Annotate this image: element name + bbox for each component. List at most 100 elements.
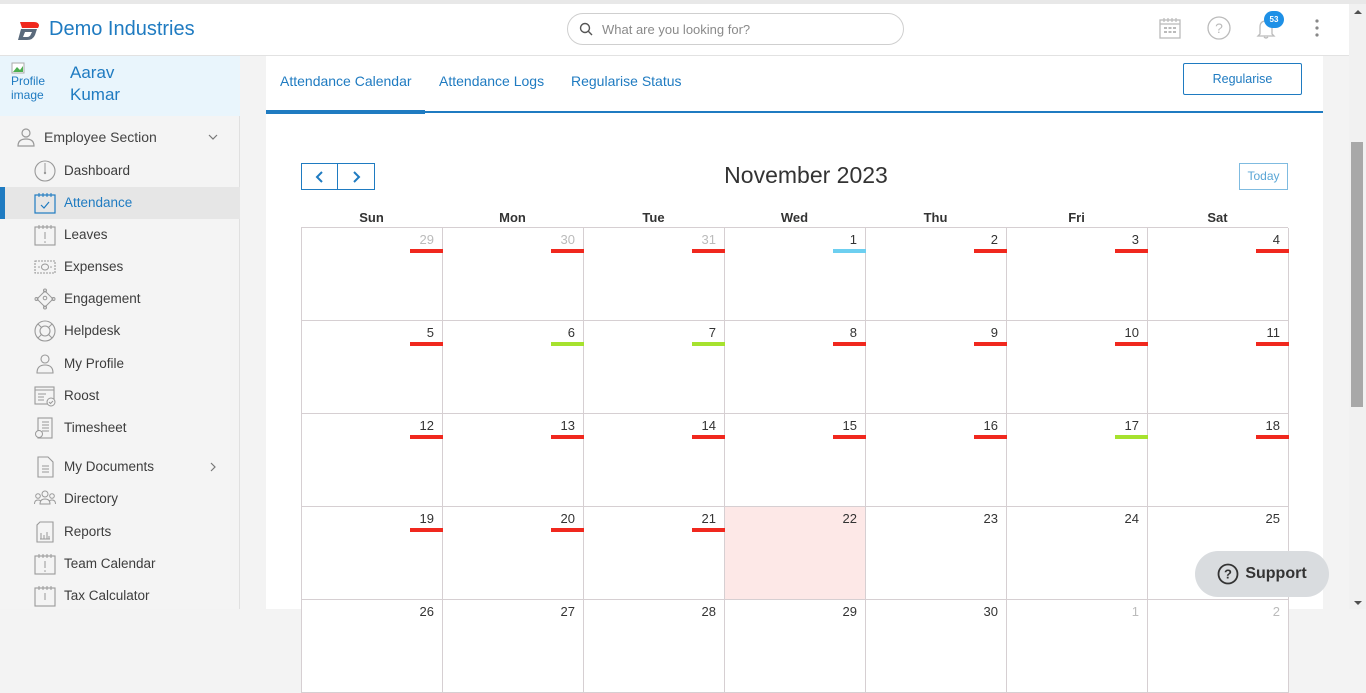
attendance-status-present	[551, 342, 584, 346]
tax-calculator-icon	[34, 586, 56, 607]
sidebar-item-attendance[interactable]: Attendance	[0, 187, 240, 219]
sidebar-item-team-calendar[interactable]: Team Calendar	[0, 548, 240, 580]
calendar-day[interactable]: 26	[302, 600, 443, 693]
help-icon[interactable]: ?	[1207, 16, 1231, 40]
sidebar-item-my-profile[interactable]: My Profile	[0, 348, 240, 380]
sidebar-item-dashboard[interactable]: Dashboard	[0, 155, 240, 187]
sidebar-item-tax-calculator[interactable]: Tax Calculator	[0, 580, 240, 612]
calendar-day[interactable]: 5	[302, 321, 443, 414]
calendar-day[interactable]: 29	[725, 600, 866, 693]
calendar-day[interactable]: 20	[443, 507, 584, 600]
chevron-down-icon[interactable]	[208, 132, 218, 142]
day-number: 4	[1272, 232, 1280, 247]
broken-image-icon	[11, 62, 25, 74]
sidebar-item-directory[interactable]: Directory	[0, 483, 240, 515]
active-tab-indicator	[266, 110, 425, 114]
day-number: 5	[426, 325, 434, 340]
calendar-day[interactable]: 2	[866, 228, 1007, 321]
calendar-day[interactable]: 23	[866, 507, 1007, 600]
sidebar-item-expenses[interactable]: Expenses	[0, 251, 240, 283]
calendar-day[interactable]: 12	[302, 414, 443, 507]
sidebar-item-roost[interactable]: Roost	[0, 380, 240, 412]
calendar-day[interactable]: 24	[1007, 507, 1148, 600]
support-label: Support	[1245, 565, 1307, 582]
sidebar-item-label: Helpdesk	[64, 323, 121, 338]
timesheet-icon	[35, 417, 53, 439]
attendance-calendar: Sun Mon Tue Wed Thu Fri Sat 29 30 31 1 2 3 4 5 6 7 8 9 10 1…	[301, 208, 1289, 693]
sidebar-item-reports[interactable]: Reports	[0, 516, 240, 548]
calendar-day[interactable]: 13	[443, 414, 584, 507]
calendar-day[interactable]: 14	[584, 414, 725, 507]
calendar-day[interactable]: 17	[1007, 414, 1148, 507]
dashboard-icon	[34, 160, 56, 182]
calendar-day[interactable]: 11	[1148, 321, 1289, 414]
calendar-day[interactable]: 18	[1148, 414, 1289, 507]
attendance-status-absent	[974, 435, 1007, 439]
avatar-alt-text: Profile image	[11, 74, 46, 102]
tab-regularise-status[interactable]: Regularise Status	[571, 73, 682, 89]
today-button[interactable]: Today	[1239, 163, 1288, 190]
calendar-day[interactable]: 9	[866, 321, 1007, 414]
sidebar-item-label: Tax Calculator	[64, 588, 150, 603]
calendar-day[interactable]: 6	[443, 321, 584, 414]
regularise-button[interactable]: Regularise	[1183, 63, 1302, 95]
chevron-right-icon[interactable]	[208, 462, 218, 472]
search-box[interactable]	[567, 13, 904, 45]
expenses-icon	[34, 260, 56, 274]
calendar-day[interactable]: 27	[443, 600, 584, 693]
sidebar-section-employee[interactable]: Employee Section	[0, 122, 240, 152]
calendar-day[interactable]: 3	[1007, 228, 1148, 321]
sidebar-item-label: Timesheet	[64, 420, 127, 435]
sidebar-item-label: Directory	[64, 491, 119, 506]
company-logo-icon	[18, 22, 39, 40]
calendar-day[interactable]: 1	[1007, 600, 1148, 693]
search-input[interactable]	[602, 19, 892, 39]
prev-month-button[interactable]	[302, 164, 338, 189]
sidebar-item-leaves[interactable]: Leaves	[0, 219, 240, 251]
calendar-day[interactable]: 30	[443, 228, 584, 321]
support-button[interactable]: ? Support	[1195, 551, 1329, 597]
sidebar-item-timesheet[interactable]: Timesheet	[0, 412, 240, 444]
profile-card[interactable]: Profile image Aarav Kumar	[0, 56, 240, 116]
calendar-day[interactable]: 7	[584, 321, 725, 414]
sidebar-item-my-documents[interactable]: My Documents	[0, 451, 240, 483]
more-vertical-icon[interactable]	[1305, 16, 1329, 40]
sidebar-item-helpdesk[interactable]: Helpdesk	[0, 315, 240, 347]
sidebar-item-engagement[interactable]: Engagement	[0, 283, 240, 315]
calendar-day[interactable]: 29	[302, 228, 443, 321]
calendar-day-today[interactable]: 22	[725, 507, 866, 600]
weekday-header: Sun Mon Tue Wed Thu Fri Sat	[301, 208, 1288, 227]
attendance-status-absent	[833, 342, 866, 346]
calendar-day[interactable]: 19	[302, 507, 443, 600]
sidebar-item-label: My Profile	[64, 356, 125, 371]
calendar-day[interactable]: 2	[1148, 600, 1289, 693]
sidebar: Profile image Aarav Kumar Employee Secti…	[0, 56, 240, 609]
attendance-tabs: Attendance Calendar Attendance Logs Regu…	[266, 56, 1323, 114]
calendar-icon[interactable]	[1158, 16, 1182, 40]
chevron-left-icon	[315, 170, 323, 183]
calendar-day[interactable]: 15	[725, 414, 866, 507]
day-number: 15	[842, 418, 857, 433]
directory-icon	[34, 490, 56, 505]
tab-attendance-calendar[interactable]: Attendance Calendar	[280, 73, 412, 89]
calendar-day[interactable]: 10	[1007, 321, 1148, 414]
calendar-day[interactable]: 28	[584, 600, 725, 693]
calendar-day[interactable]: 4	[1148, 228, 1289, 321]
calendar-day[interactable]: 1	[725, 228, 866, 321]
calendar-day[interactable]: 8	[725, 321, 866, 414]
attendance-status-absent	[410, 342, 443, 346]
scroll-down-arrow-icon[interactable]	[1354, 601, 1362, 605]
calendar-day[interactable]: 16	[866, 414, 1007, 507]
attendance-status-absent	[1256, 435, 1289, 439]
tab-attendance-logs[interactable]: Attendance Logs	[439, 73, 544, 89]
scrollbar-thumb[interactable]	[1351, 142, 1363, 407]
calendar-day[interactable]: 21	[584, 507, 725, 600]
day-number: 27	[560, 604, 575, 619]
page-scrollbar[interactable]	[1349, 4, 1366, 609]
calendar-day[interactable]: 30	[866, 600, 1007, 693]
scroll-up-arrow-icon[interactable]	[1354, 10, 1362, 14]
next-month-button[interactable]	[338, 164, 374, 189]
calendar-day[interactable]: 31	[584, 228, 725, 321]
brand-name[interactable]: Demo Industries	[49, 18, 195, 41]
day-number: 20	[560, 511, 575, 526]
